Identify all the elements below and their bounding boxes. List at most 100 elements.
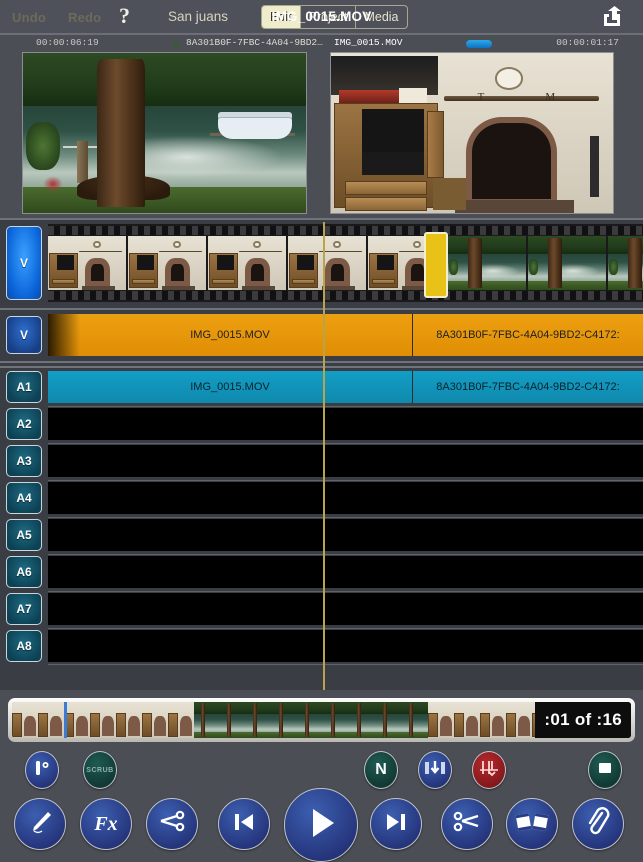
insert-edit-icon bbox=[424, 758, 446, 783]
split-clip-button[interactable] bbox=[506, 798, 558, 850]
audio-clip-2-label: 8A301B0F-7FBC-4A04-9BD2-C4172: bbox=[436, 381, 620, 393]
left-monitor-clip-name: 8A301B0F-7FBC-4A04-9BD2… bbox=[186, 37, 323, 48]
scrubber-frame bbox=[38, 702, 64, 738]
scrubber-filmstrip[interactable]: :01 of :16 bbox=[12, 702, 631, 738]
skip-previous-icon bbox=[230, 810, 258, 839]
scrubber-frame bbox=[220, 702, 246, 738]
filmstrip-frame bbox=[288, 236, 366, 290]
previous-edit-button[interactable] bbox=[218, 798, 270, 850]
scrubber-frame bbox=[194, 702, 220, 738]
audio-track-a5[interactable] bbox=[48, 519, 643, 551]
time-readout: :01 of :16 bbox=[535, 702, 631, 738]
scrubber-frame bbox=[376, 702, 402, 738]
scrubber-frame bbox=[350, 702, 376, 738]
right-monitor-clip-name: IMG_0015.MOV bbox=[334, 37, 403, 48]
scrubber-frame bbox=[168, 702, 194, 738]
overwrite-edit-button[interactable] bbox=[472, 751, 506, 789]
scrub-button[interactable]: SCRUB bbox=[83, 751, 117, 789]
top-bar: Undo Redo ? San juans Edit Project Media… bbox=[0, 0, 643, 34]
timeline-playhead[interactable] bbox=[323, 222, 325, 690]
secondary-toolbar: SCRUB N bbox=[0, 748, 643, 792]
current-clip-title: IMG_0015.MOV bbox=[271, 9, 372, 24]
trim-start-button[interactable] bbox=[146, 798, 198, 850]
program-monitor[interactable]: T M bbox=[330, 52, 614, 214]
scrubber-frame bbox=[272, 702, 298, 738]
audio-track-a2[interactable] bbox=[48, 408, 643, 440]
video-filmstrip[interactable] bbox=[48, 224, 643, 302]
timeline[interactable]: V V IMG_0015.MOV 8A301B0F-7FBC-4A04-9BD2… bbox=[0, 218, 643, 690]
scrubber-frame bbox=[428, 702, 454, 738]
overwrite-edit-icon bbox=[478, 758, 500, 783]
audio-track-button-a7[interactable]: A7 bbox=[6, 593, 42, 625]
audio-track-a4[interactable] bbox=[48, 482, 643, 514]
filmstrip-frame bbox=[128, 236, 206, 290]
scrubber-frame bbox=[506, 702, 532, 738]
filmstrip-frame bbox=[448, 236, 526, 290]
filmstrip-frames bbox=[48, 236, 643, 290]
skip-next-icon bbox=[382, 810, 410, 839]
fullscreen-icon bbox=[595, 759, 615, 782]
audio-track-a7[interactable] bbox=[48, 593, 643, 625]
audio-track-button-a5[interactable]: A5 bbox=[6, 519, 42, 551]
scrubber-frame bbox=[454, 702, 480, 738]
audio-track-a6[interactable] bbox=[48, 556, 643, 588]
cut-button[interactable] bbox=[441, 798, 493, 850]
scrubber-playhead[interactable] bbox=[64, 702, 67, 738]
clip-fade-in bbox=[48, 314, 80, 356]
scrubber-frame bbox=[64, 702, 90, 738]
video-clip-2-label: 8A301B0F-7FBC-4A04-9BD2-C4172: bbox=[436, 329, 620, 341]
audio-clip-2[interactable]: 8A301B0F-7FBC-4A04-9BD2-C4172: bbox=[413, 371, 643, 403]
filmstrip-perforations-top bbox=[48, 226, 643, 235]
filmstrip-perforations-bottom bbox=[48, 291, 643, 300]
active-indicator-icon bbox=[466, 40, 492, 48]
audio-clip-1-label: IMG_0015.MOV bbox=[190, 381, 270, 393]
source-monitor[interactable] bbox=[22, 52, 307, 214]
scrubber-frame bbox=[12, 702, 38, 738]
normal-mode-icon: N bbox=[375, 761, 387, 778]
filmstrip-frame bbox=[528, 236, 606, 290]
fx-label: Fx bbox=[94, 812, 118, 835]
scrubber[interactable]: :01 of :16 bbox=[8, 698, 635, 742]
share-icon[interactable] bbox=[601, 6, 627, 28]
scissors-left-icon bbox=[157, 808, 187, 841]
audio-clip-row-a1[interactable]: IMG_0015.MOV 8A301B0F-7FBC-4A04-9BD2-C41… bbox=[48, 371, 643, 403]
pen-tool-button[interactable] bbox=[14, 798, 66, 850]
playhead-position-button[interactable] bbox=[25, 751, 59, 789]
pen-icon bbox=[25, 807, 55, 842]
audio-track-button-a3[interactable]: A3 bbox=[6, 445, 42, 477]
video-track-enable-button[interactable]: V bbox=[6, 226, 42, 300]
scrubber-frame bbox=[480, 702, 506, 738]
video-clip-1[interactable]: IMG_0015.MOV bbox=[48, 314, 412, 356]
scrubber-frame bbox=[246, 702, 272, 738]
scrub-label: SCRUB bbox=[86, 766, 114, 774]
paperclip-icon bbox=[584, 806, 612, 842]
playhead-marker-icon bbox=[32, 758, 52, 783]
transport-toolbar: Fx bbox=[0, 788, 643, 862]
next-edit-button[interactable] bbox=[370, 798, 422, 850]
scrubber-frame bbox=[298, 702, 324, 738]
fullscreen-button[interactable] bbox=[588, 751, 622, 789]
audio-track-button-a1[interactable]: A1 bbox=[6, 371, 42, 403]
audio-track-button-a4[interactable]: A4 bbox=[6, 482, 42, 514]
clip-link-button[interactable] bbox=[572, 798, 624, 850]
play-button[interactable] bbox=[284, 788, 358, 862]
video-clip-1-label: IMG_0015.MOV bbox=[190, 329, 270, 341]
audio-track-a3[interactable] bbox=[48, 445, 643, 477]
audio-track-a8[interactable] bbox=[48, 630, 643, 662]
scrubber-frame bbox=[116, 702, 142, 738]
insert-edit-button[interactable] bbox=[418, 751, 452, 789]
normal-mode-button[interactable]: N bbox=[364, 751, 398, 789]
audio-track-button-a2[interactable]: A2 bbox=[6, 408, 42, 440]
effects-button[interactable]: Fx bbox=[80, 798, 132, 850]
filmstrip-frame bbox=[608, 236, 643, 290]
record-dot-icon bbox=[172, 42, 180, 47]
timeline-marker[interactable] bbox=[424, 232, 448, 298]
video-clip-2[interactable]: 8A301B0F-7FBC-4A04-9BD2-C4172: bbox=[413, 314, 643, 356]
program-monitor-image: T M bbox=[331, 53, 613, 213]
scrubber-frame bbox=[324, 702, 350, 738]
audio-track-button-a8[interactable]: A8 bbox=[6, 630, 42, 662]
audio-track-button-a6[interactable]: A6 bbox=[6, 556, 42, 588]
video-clip-track-button[interactable]: V bbox=[6, 316, 42, 354]
audio-clip-1[interactable]: IMG_0015.MOV bbox=[48, 371, 412, 403]
video-clip-row[interactable]: IMG_0015.MOV 8A301B0F-7FBC-4A04-9BD2-C41… bbox=[48, 314, 643, 356]
